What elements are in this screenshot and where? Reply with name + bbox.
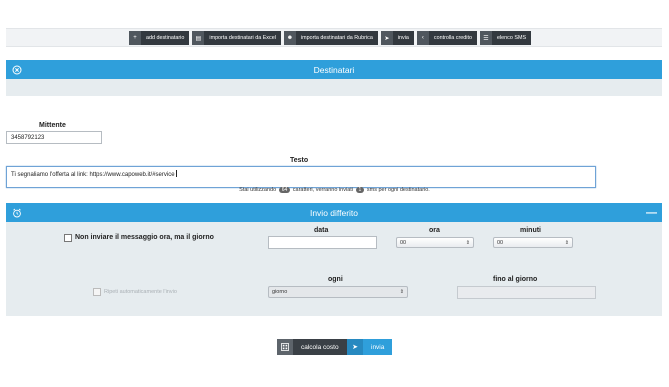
until-label: fino al giorno [493, 276, 538, 283]
minutes-value: 00 [497, 239, 504, 246]
info-middle: caratteri, verranno inviati [292, 187, 354, 193]
sms-count-badge: 1 [355, 187, 365, 193]
toolbar: + add destinatario ▤ importa destinatari… [129, 31, 532, 45]
message-text: Ti segnaliamo l'offerta al link: https:/… [11, 172, 175, 178]
hour-arrows-icon: ⇕ [465, 239, 470, 246]
minutes-select[interactable]: 00 ⇕ [493, 237, 573, 248]
every-value: giorno [272, 289, 288, 295]
message-textarea[interactable]: Ti segnaliamo l'offerta al link: https:/… [6, 166, 596, 188]
deferred-panel-header[interactable]: Invio differito — [6, 203, 662, 222]
check-credit-button[interactable]: ‹ controlla credito [416, 31, 477, 45]
repeat-checkbox-label: Ripeti automaticamente l'invio [104, 289, 177, 295]
add-recipient-label: add destinatario [146, 35, 185, 41]
import-addressbook-label: importa destinatari da Rubrica [300, 35, 373, 41]
info-prefix: Stai utilizzando [239, 187, 277, 193]
file-excel-icon: ▤ [192, 31, 205, 45]
import-addressbook-button[interactable]: ☻ importa destinatari da Rubrica [283, 31, 378, 45]
check-credit-label: controlla credito [433, 35, 472, 41]
every-select[interactable]: giorno ⇕ [268, 286, 408, 298]
deferred-panel-title: Invio differito [309, 207, 359, 218]
sender-field[interactable]: 3458792123 [6, 131, 102, 144]
calculate-cost-button[interactable]: calcola costo [277, 339, 347, 355]
defer-checkbox-label: Non inviare il messaggio ora, ma il gior… [75, 234, 214, 241]
every-arrows-icon: ⇕ [399, 289, 404, 295]
minus-icon[interactable]: — [646, 207, 657, 219]
send-toolbar-button[interactable]: ➤ invia [380, 31, 414, 45]
text-caret [175, 170, 177, 177]
address-book-icon: ☻ [283, 31, 296, 45]
close-circle-icon[interactable] [11, 64, 22, 75]
hour-label: ora [429, 227, 440, 234]
import-excel-label: importa destinatari da Excel [209, 35, 276, 41]
info-suffix: sms per ogni destinatario. [366, 187, 430, 193]
paper-plane-icon: ➤ [347, 339, 363, 355]
sms-list-label: elenco SMS [496, 35, 527, 41]
sender-value: 3458792123 [11, 134, 45, 141]
defer-checkbox[interactable] [64, 234, 72, 242]
date-input[interactable] [268, 236, 377, 249]
minutes-arrows-icon: ⇕ [564, 239, 569, 246]
sender-label: Mittente [39, 122, 66, 129]
plus-icon: + [129, 31, 141, 45]
hour-select[interactable]: 00 ⇕ [396, 237, 474, 248]
send-label: invia [371, 343, 385, 351]
date-label: data [314, 227, 329, 234]
every-label: ogni [328, 276, 343, 283]
char-info: Stai utilizzando 64 caratteri, verranno … [0, 187, 669, 193]
recipients-panel-header[interactable]: Destinatari [6, 60, 662, 79]
send-button[interactable]: ➤ invia [347, 339, 393, 355]
char-count-badge: 64 [278, 187, 291, 193]
alarm-clock-icon [11, 207, 22, 218]
add-recipient-button[interactable]: + add destinatario [129, 31, 190, 45]
recipients-panel-title: Destinatari [313, 64, 355, 75]
calculate-cost-label: calcola costo [301, 343, 339, 351]
minutes-label: minuti [520, 227, 541, 234]
import-excel-button[interactable]: ▤ importa destinatari da Excel [192, 31, 281, 45]
paper-plane-icon: ➤ [380, 31, 393, 45]
text-label: Testo [290, 157, 309, 164]
chevron-left-icon: ‹ [416, 31, 429, 45]
list-icon: ☰ [479, 31, 492, 45]
until-date-input[interactable] [457, 286, 596, 299]
hour-value: 00 [400, 239, 407, 246]
sms-list-button[interactable]: ☰ elenco SMS [479, 31, 532, 45]
repeat-checkbox[interactable] [93, 288, 101, 296]
calculator-icon [277, 339, 293, 355]
send-toolbar-label: invia [397, 35, 409, 41]
recipients-panel-body [6, 79, 662, 96]
